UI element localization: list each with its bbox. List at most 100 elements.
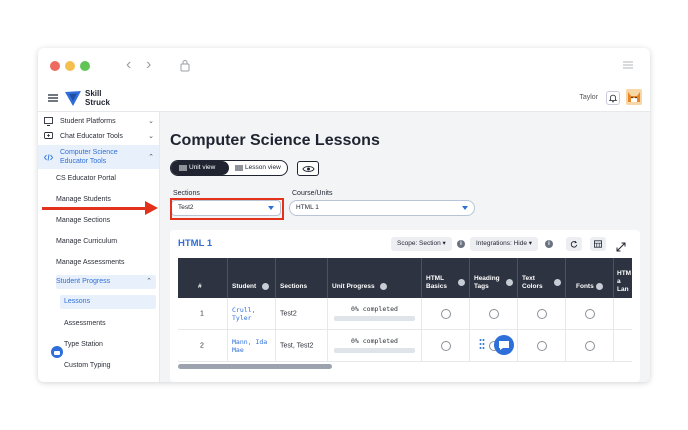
lesson-status-cell [614,298,632,330]
integrations-dropdown-button[interactable]: Integrations: Hide ▾ [470,237,539,251]
info-icon[interactable]: i [545,240,553,248]
minimize-window-button[interactable] [65,61,75,71]
code-icon [44,154,53,161]
status-circle-icon[interactable] [489,309,499,319]
sort-icon[interactable] [554,279,561,286]
title-bar: ‹ › [38,48,650,84]
column-header-student[interactable]: Student [228,258,276,298]
hamburger-menu-icon[interactable] [48,94,58,102]
column-header-sections: Sections [276,258,328,298]
scope-dropdown-button[interactable]: Scope: Section ▾ [391,237,452,251]
forward-arrow-icon[interactable]: › [146,56,151,74]
eye-icon [302,166,315,172]
list-icon [179,165,187,171]
drag-handle-icon[interactable] [479,338,485,352]
chevron-down-icon: ⌄ [148,133,154,140]
status-circle-icon[interactable] [441,341,451,351]
view-toggle: Unit view Lesson view [170,160,288,176]
row-number: 2 [178,330,228,362]
sidebar-item-manage-assessments[interactable]: Manage Assessments [56,259,124,266]
visibility-button[interactable] [297,161,319,176]
status-circle-icon[interactable] [585,341,595,351]
sidebar-item-lessons[interactable]: Lessons [60,295,156,309]
lesson-status-cell [518,298,566,330]
progress-table: # Student Sections Unit Progress HTML Bas… [178,258,632,362]
sidebar-item-manage-curriculum[interactable]: Manage Curriculum [56,238,117,245]
sidebar-toggle-icon[interactable] [622,60,634,70]
lesson-status-cell [614,330,632,362]
student-sections: Test2 [276,298,328,330]
table-row: 1 Crull, Tyler Test2 0% completed [178,298,632,330]
list-icon [235,165,243,171]
columns-button[interactable] [590,237,606,251]
help-widget-button[interactable] [51,346,63,358]
sort-icon[interactable] [506,279,513,286]
help-widget-icon [54,351,60,355]
browser-window: ‹ › Skill Struck Taylor Student Platforms… [38,48,650,382]
chat-support-button[interactable] [494,335,514,355]
sidebar-item-student-progress[interactable]: Student Progress ⌃ [56,275,156,289]
status-circle-icon[interactable] [537,341,547,351]
progress-bar [334,316,415,321]
annotation-arrow-shaft [42,207,147,210]
column-header-fonts[interactable]: Fonts [566,258,614,298]
notifications-button[interactable] [606,91,620,105]
column-header-heading-tags[interactable]: Heading Tags [470,258,518,298]
chat-bubble-icon [499,341,509,350]
sort-icon[interactable] [458,279,465,286]
avatar[interactable] [626,89,642,105]
refresh-button[interactable] [566,237,582,251]
sidebar-item-manage-students[interactable]: Manage Students [56,196,111,203]
progress-bar [334,348,415,353]
user-name[interactable]: Taylor [579,94,598,101]
unit-view-button[interactable]: Unit view [171,161,229,175]
sort-icon[interactable] [262,283,269,290]
sections-label: Sections [173,190,200,197]
app-header: Skill Struck Taylor [38,84,650,112]
card-title: HTML 1 [178,238,213,249]
chat-icon [44,132,53,139]
sidebar-item-assessments[interactable]: Assessments [64,320,106,327]
maximize-window-button[interactable] [80,61,90,71]
sidebar-item-cs-educator-tools[interactable]: Computer Science Educator Tools ⌃ [38,145,159,169]
sort-icon[interactable] [596,283,603,290]
sidebar-item-type-station[interactable]: Type Station [64,341,103,348]
status-circle-icon[interactable] [585,309,595,319]
column-header-html-a-lan[interactable]: HTM a Lan [614,258,632,298]
table-columns-icon [594,240,602,248]
refresh-icon [570,240,578,248]
row-number: 1 [178,298,228,330]
unit-progress-cell: 0% completed [328,330,422,362]
monitor-icon [44,117,53,126]
student-link[interactable]: Mann, Ida Mae [228,330,276,362]
table-row: 2 Mann, Ida Mae Test, Test2 0% completed [178,330,632,362]
bell-icon [608,94,618,103]
sidebar-item-custom-typing[interactable]: Custom Typing [64,362,111,369]
skillstruck-logo [65,91,81,106]
course-units-label: Course/Units [292,190,333,197]
lesson-status-cell [566,330,614,362]
unit-progress-cell: 0% completed [328,298,422,330]
sidebar-item-manage-sections[interactable]: Manage Sections [56,217,110,224]
close-window-button[interactable] [50,61,60,71]
column-header-unit-progress[interactable]: Unit Progress [328,258,422,298]
brand-name: Skill Struck [85,89,110,107]
lesson-status-cell [518,330,566,362]
course-units-select[interactable]: HTML 1 [289,200,475,216]
status-circle-icon[interactable] [537,309,547,319]
status-circle-icon[interactable] [441,309,451,319]
horizontal-scrollbar[interactable] [178,364,332,369]
expand-button[interactable] [616,239,626,252]
sidebar-item-cs-educator-portal[interactable]: CS Educator Portal [56,175,116,182]
lesson-view-button[interactable]: Lesson view [229,161,287,175]
lesson-status-cell [566,298,614,330]
back-arrow-icon[interactable]: ‹ [126,56,131,74]
sort-icon[interactable] [380,283,387,290]
column-header-html-basics[interactable]: HTML Basics [422,258,470,298]
chevron-down-icon: ⌄ [148,118,154,125]
column-header-text-colors[interactable]: Text Colors [518,258,566,298]
chevron-up-icon: ⌃ [148,154,154,161]
student-link[interactable]: Crull, Tyler [228,298,276,330]
student-sections: Test, Test2 [276,330,328,362]
info-icon[interactable]: i [457,240,465,248]
